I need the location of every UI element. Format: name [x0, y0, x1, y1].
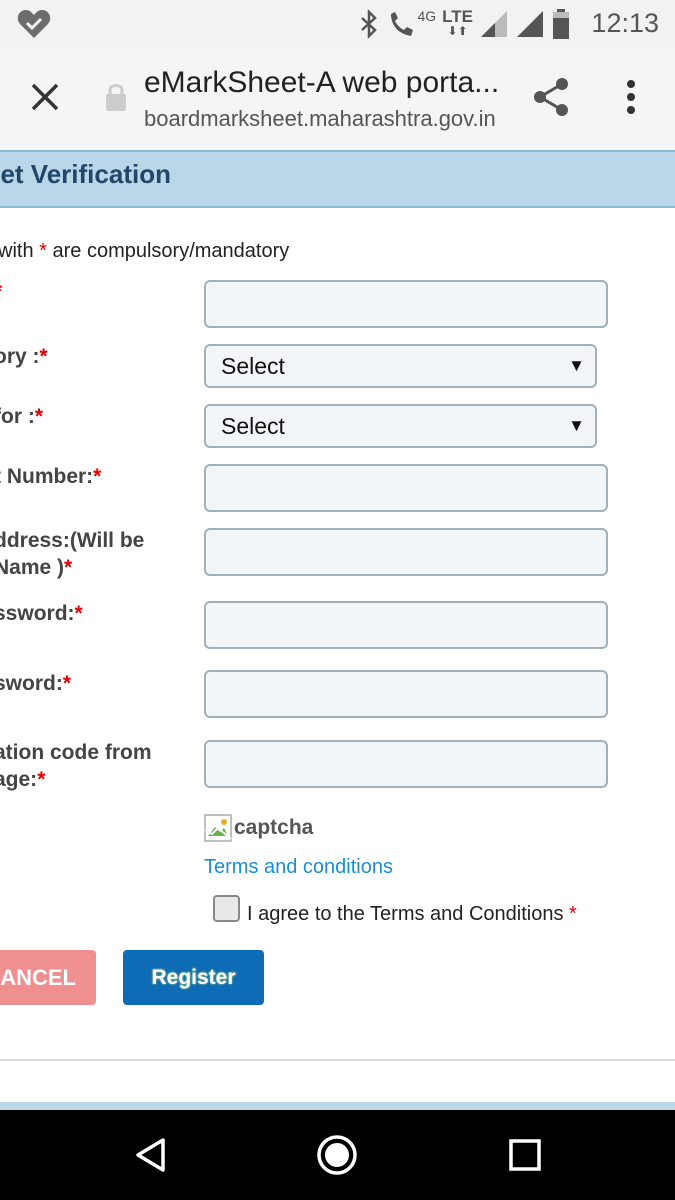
network-label: LTE ⬇⬆ — [442, 7, 473, 38]
browser-toolbar: eMarkSheet-A web porta... boardmarksheet… — [0, 48, 675, 150]
section-header: eet Verification — [0, 150, 675, 208]
dropdown-arrow-icon: ▼ — [568, 356, 585, 375]
back-icon[interactable] — [133, 1137, 169, 1173]
confirm-password-input[interactable] — [204, 670, 608, 718]
captcha-image: captcha — [204, 812, 313, 844]
bluetooth-icon — [361, 9, 378, 39]
register-button[interactable]: Register — [123, 950, 264, 1005]
heart-check-icon — [17, 10, 51, 38]
name-input[interactable] — [204, 280, 608, 328]
lock-icon — [106, 84, 126, 111]
section-title: eet Verification — [0, 159, 171, 189]
cancel-button[interactable]: CANCEL — [0, 950, 96, 1005]
field-label-for: for :* — [0, 405, 44, 428]
terms-link[interactable]: Terms and conditions — [204, 856, 393, 879]
close-icon[interactable] — [26, 78, 64, 116]
agree-label: I agree to the Terms and Conditions * — [247, 903, 577, 925]
share-icon[interactable] — [530, 76, 572, 118]
dropdown-arrow-icon: ▼ — [568, 416, 585, 435]
field-label-1: * — [0, 278, 2, 305]
home-icon[interactable] — [316, 1134, 358, 1176]
network-type: 4G — [417, 8, 437, 24]
page-title: eMarkSheet-A web porta... — [144, 66, 500, 99]
signal-icon — [481, 11, 507, 37]
status-bar: 4G LTE ⬇⬆ 12:13 — [0, 0, 675, 48]
divider — [0, 1059, 675, 1061]
wifi-call-icon — [391, 12, 414, 36]
email-input[interactable] — [204, 528, 608, 576]
captcha-input[interactable] — [204, 740, 608, 788]
more-options-icon[interactable] — [620, 76, 642, 118]
field-label-address: ddress:(Will be Name )* — [0, 529, 145, 579]
category-select[interactable]: Select ▼ — [204, 344, 597, 388]
number-input[interactable] — [204, 464, 608, 512]
navigation-bar — [0, 1110, 675, 1200]
page-url[interactable]: boardmarksheet.maharashtra.gov.in — [144, 106, 504, 132]
field-label-verification-code: ation code from age:* — [0, 741, 152, 791]
signal-icon-2 — [517, 11, 543, 37]
field-label-number: t Number:* — [0, 465, 102, 488]
purpose-select[interactable]: Select ▼ — [204, 404, 597, 448]
mandatory-note: with * are compulsory/mandatory — [0, 240, 290, 262]
broken-image-icon — [204, 814, 232, 842]
recents-icon[interactable] — [508, 1138, 542, 1172]
agree-checkbox[interactable] — [213, 895, 240, 922]
battery-icon — [553, 9, 569, 39]
field-label-category: ory :* — [0, 345, 48, 368]
footer-strip — [0, 1102, 675, 1110]
password-input[interactable] — [204, 601, 608, 649]
field-label-password: ssword:* — [0, 602, 83, 625]
data-arrows-icon: ⬇⬆ — [447, 24, 468, 38]
field-label-confirm-password: sword:* — [0, 672, 72, 695]
clock: 12:13 — [591, 8, 659, 38]
